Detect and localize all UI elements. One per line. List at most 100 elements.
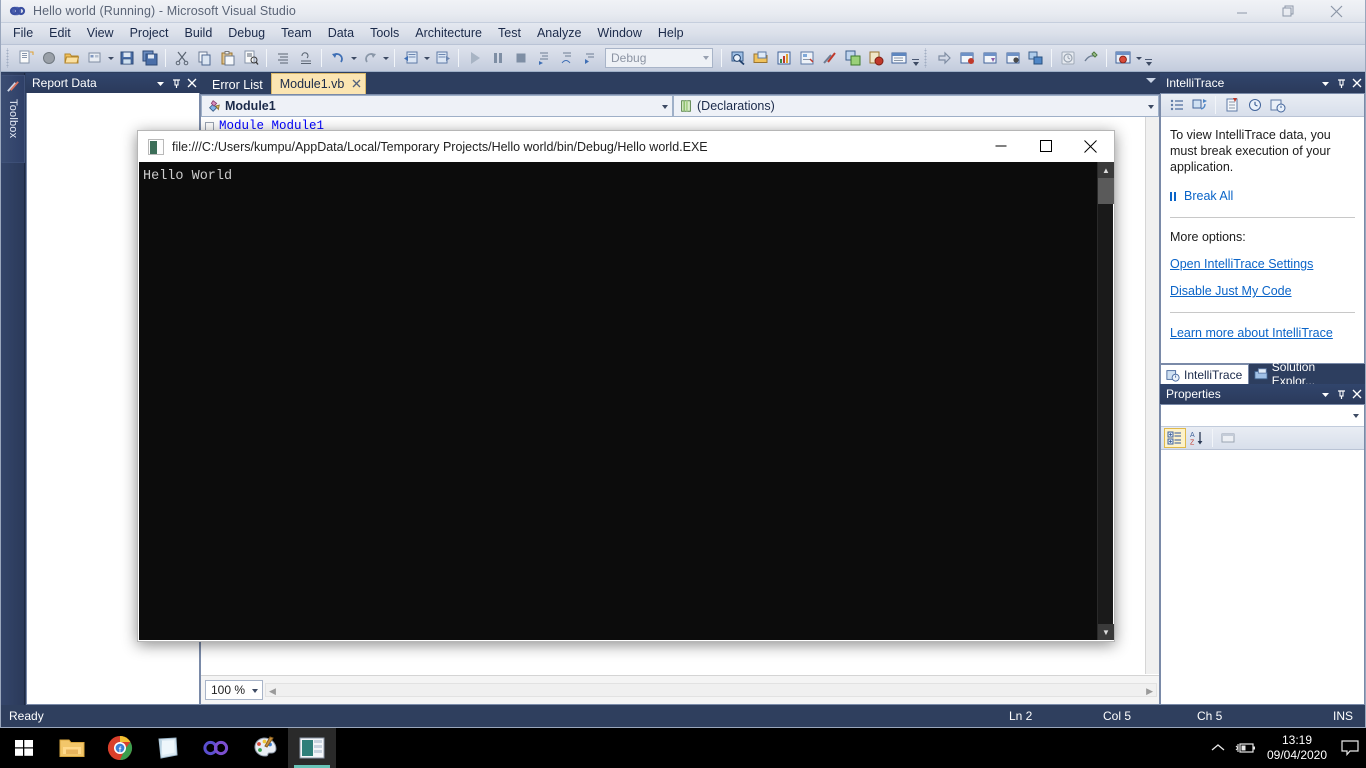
debug-toolbar-grip[interactable] bbox=[923, 48, 930, 68]
windows-start-icon[interactable] bbox=[0, 728, 48, 768]
uncomment-icon[interactable] bbox=[294, 47, 317, 69]
stop-icon[interactable] bbox=[509, 47, 532, 69]
zoom-level-combo[interactable]: 100 % bbox=[205, 680, 263, 700]
chevron-left-icon[interactable]: ◀ bbox=[269, 686, 276, 697]
chevron-down-icon[interactable] bbox=[1317, 385, 1333, 403]
navigate-icon[interactable] bbox=[1188, 94, 1211, 116]
notification-icon[interactable] bbox=[1334, 728, 1366, 768]
close-icon[interactable] bbox=[1349, 385, 1365, 403]
immediate-window-icon[interactable] bbox=[932, 47, 955, 69]
undo-icon[interactable] bbox=[326, 47, 349, 69]
editor-horizontal-scrollbar[interactable]: ◀ ▶ bbox=[265, 683, 1157, 697]
save-all-icon[interactable] bbox=[138, 47, 161, 69]
navigate-backward-dropdown-icon[interactable] bbox=[422, 47, 431, 69]
save-icon[interactable] bbox=[115, 47, 138, 69]
chevron-up-icon[interactable]: ▲ bbox=[1098, 162, 1114, 178]
toolbar-grip[interactable] bbox=[5, 48, 12, 68]
minimize-icon[interactable] bbox=[978, 131, 1023, 161]
break-all-link[interactable]: Break All bbox=[1170, 189, 1355, 203]
console-scrollbar[interactable]: ▲ ▼ bbox=[1097, 162, 1114, 640]
learn-more-about-intellitrace-link[interactable]: Learn more about IntelliTrace bbox=[1170, 326, 1355, 340]
menu-item-file[interactable]: File bbox=[5, 24, 41, 43]
menu-item-debug[interactable]: Debug bbox=[220, 24, 273, 43]
new-project-icon[interactable] bbox=[14, 47, 37, 69]
pin-icon[interactable] bbox=[168, 74, 184, 92]
properties-object-combo[interactable] bbox=[1161, 405, 1364, 427]
open-file-icon[interactable] bbox=[60, 47, 83, 69]
categorized-icon[interactable] bbox=[1164, 428, 1186, 448]
time-icon[interactable] bbox=[1243, 94, 1266, 116]
undo-dropdown-icon[interactable] bbox=[349, 47, 358, 69]
tab-error-list[interactable]: Error List bbox=[204, 75, 271, 94]
menu-item-help[interactable]: Help bbox=[650, 24, 692, 43]
add-item-dropdown-icon[interactable] bbox=[106, 47, 115, 69]
step-out-icon[interactable] bbox=[578, 47, 601, 69]
alphabetical-sort-icon[interactable]: A Z bbox=[1186, 428, 1208, 448]
start-debugging-icon[interactable] bbox=[463, 47, 486, 69]
output-window-icon[interactable] bbox=[887, 47, 910, 69]
navigate-backward-icon[interactable] bbox=[399, 47, 422, 69]
menu-item-window[interactable]: Window bbox=[589, 24, 649, 43]
analyze-icon[interactable] bbox=[1079, 47, 1102, 69]
taskbar-visual-studio-running-icon[interactable] bbox=[288, 728, 336, 768]
scrollbar-thumb[interactable] bbox=[1098, 178, 1114, 204]
taskbar-sticky-notes-icon[interactable] bbox=[144, 728, 192, 768]
restore-icon[interactable] bbox=[1265, 0, 1311, 23]
add-new-item-icon[interactable] bbox=[83, 47, 106, 69]
open-intellitrace-settings-link[interactable]: Open IntelliTrace Settings bbox=[1170, 257, 1355, 271]
menu-item-tools[interactable]: Tools bbox=[362, 24, 407, 43]
new-website-icon[interactable] bbox=[37, 47, 60, 69]
property-pages-icon[interactable] bbox=[1217, 428, 1239, 448]
navigate-forward-icon[interactable] bbox=[431, 47, 454, 69]
paste-icon[interactable] bbox=[216, 47, 239, 69]
find-in-files-icon[interactable] bbox=[726, 47, 749, 69]
menu-item-team[interactable]: Team bbox=[273, 24, 320, 43]
watch-window-icon[interactable] bbox=[955, 47, 978, 69]
chevron-up-icon[interactable] bbox=[1204, 728, 1232, 768]
find-icon[interactable] bbox=[239, 47, 262, 69]
step-into-icon[interactable] bbox=[532, 47, 555, 69]
menu-item-view[interactable]: View bbox=[79, 24, 122, 43]
chevron-right-icon[interactable]: ▶ bbox=[1146, 686, 1153, 697]
record-dropdown-icon[interactable] bbox=[1134, 47, 1143, 69]
redo-icon[interactable] bbox=[358, 47, 381, 69]
object-browser-icon[interactable] bbox=[795, 47, 818, 69]
menu-item-project[interactable]: Project bbox=[122, 24, 177, 43]
breakpoints-icon[interactable] bbox=[864, 47, 887, 69]
toolbar-overflow-button[interactable] bbox=[910, 47, 921, 69]
solution-explorer-icon[interactable] bbox=[749, 47, 772, 69]
minimize-icon[interactable] bbox=[1219, 0, 1265, 23]
close-icon[interactable] bbox=[184, 74, 200, 92]
events-filter-icon[interactable] bbox=[1220, 94, 1243, 116]
pin-icon[interactable] bbox=[1333, 385, 1349, 403]
toolbox-icon[interactable] bbox=[818, 47, 841, 69]
editor-vertical-scrollbar[interactable] bbox=[1145, 117, 1159, 674]
cut-icon[interactable] bbox=[170, 47, 193, 69]
taskbar-file-explorer-icon[interactable] bbox=[48, 728, 96, 768]
chevron-down-icon[interactable] bbox=[1317, 74, 1333, 92]
close-icon[interactable] bbox=[1068, 131, 1113, 161]
comment-icon[interactable] bbox=[271, 47, 294, 69]
properties-window-icon[interactable] bbox=[772, 47, 795, 69]
dock-tab-intellitrace[interactable]: IntelliTrace bbox=[1160, 364, 1250, 384]
close-icon[interactable] bbox=[1349, 74, 1365, 92]
disable-just-my-code-link[interactable]: Disable Just My Code bbox=[1170, 284, 1355, 298]
chevron-down-icon[interactable] bbox=[1146, 78, 1156, 83]
menu-item-test[interactable]: Test bbox=[490, 24, 529, 43]
redo-dropdown-icon[interactable] bbox=[381, 47, 390, 69]
pause-icon[interactable] bbox=[486, 47, 509, 69]
chevron-down-icon[interactable]: ▼ bbox=[1098, 624, 1114, 640]
menu-item-build[interactable]: Build bbox=[176, 24, 220, 43]
solution-configuration-combo[interactable]: Debug bbox=[605, 48, 713, 68]
error-list-icon[interactable] bbox=[841, 47, 864, 69]
close-icon[interactable] bbox=[1313, 0, 1359, 23]
locals-window-icon[interactable] bbox=[978, 47, 1001, 69]
chevron-down-icon[interactable] bbox=[152, 74, 168, 92]
threads-icon[interactable] bbox=[1024, 47, 1047, 69]
call-stack-icon[interactable] bbox=[1001, 47, 1024, 69]
taskbar-clock[interactable]: 13:19 09/04/2020 bbox=[1260, 728, 1334, 768]
debug-toolbar-overflow-button[interactable] bbox=[1143, 47, 1154, 69]
tab-module1-vb[interactable]: Module1.vb bbox=[270, 73, 367, 94]
member-combo[interactable]: (Declarations) bbox=[673, 95, 1159, 117]
taskbar-google-chrome-icon[interactable]: f bbox=[96, 728, 144, 768]
